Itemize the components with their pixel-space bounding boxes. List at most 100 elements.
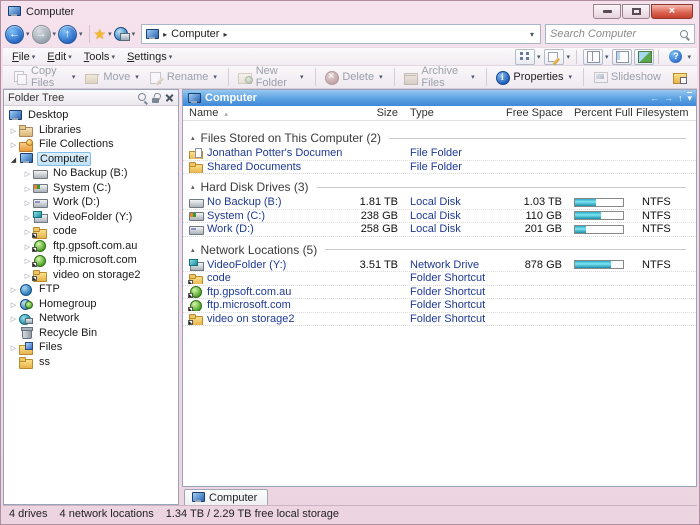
menu-label: Edit <box>47 50 67 63</box>
file-row-jonathan-potter-s-documents[interactable]: Jonathan Potter's Documents File Folder <box>183 147 696 161</box>
group-header-hard-disk-drives-3[interactable]: ▴ Hard Disk Drives (3) <box>183 178 696 196</box>
forward-button[interactable]: → <box>31 24 51 44</box>
address-dropdown-icon[interactable]: ▾ <box>527 30 537 39</box>
column-free-space[interactable]: Free Space <box>500 107 568 119</box>
tree-item-code[interactable]: code <box>4 224 178 239</box>
copy-files-button[interactable]: Copy Files ▾ <box>9 63 81 91</box>
expander-icon[interactable] <box>8 124 19 136</box>
up-button[interactable]: ↑ <box>58 24 78 44</box>
delete-button[interactable]: Delete ▾ <box>320 69 388 86</box>
panel-up-icon[interactable]: ↑ <box>678 93 683 103</box>
tree-item-files[interactable]: Files <box>4 340 178 355</box>
metadata-edit-dropdown[interactable]: ▾ <box>566 53 570 61</box>
expander-icon[interactable] <box>22 196 33 208</box>
panel-forward-icon[interactable]: → <box>664 93 673 103</box>
network-places-icon[interactable] <box>113 27 130 41</box>
search-icon[interactable] <box>679 29 690 40</box>
file-row-system-c[interactable]: System (C:) 238 GB Local Disk 110 GB NTFS <box>183 210 696 223</box>
group-header-network-locations-5[interactable]: ▴ Network Locations (5) <box>183 241 696 259</box>
properties-button[interactable]: Properties ▾ <box>491 69 578 86</box>
tree-item-homegroup[interactable]: Homegroup <box>4 297 178 312</box>
slideshow-button[interactable]: Slideshow <box>589 69 668 86</box>
help-button[interactable] <box>665 49 685 65</box>
folder-tree-toggle-button[interactable] <box>612 48 633 65</box>
expander-icon[interactable] <box>8 138 19 150</box>
dual-display-button[interactable] <box>582 48 603 65</box>
tree-item-network[interactable]: Network <box>4 311 178 326</box>
expander-icon[interactable] <box>8 153 19 165</box>
menu-settings[interactable]: Settings ▾ <box>122 50 179 64</box>
file-row-work-d[interactable]: Work (D:) 258 GB Local Disk 201 GB NTFS <box>183 223 696 237</box>
menu-edit[interactable]: Edit ▾ <box>42 50 78 64</box>
maximize-button[interactable] <box>622 4 650 19</box>
metadata-edit-button[interactable] <box>544 48 565 65</box>
rename-button[interactable]: Rename ▾ <box>145 69 223 86</box>
tree-item-no-backup-b[interactable]: No Backup (B:) <box>4 166 178 181</box>
tree-item-videofolder-y[interactable]: VideoFolder (Y:) <box>4 210 178 225</box>
archive-files-button[interactable]: Archive Files ▾ <box>399 63 480 91</box>
favorites-dropdown[interactable]: ▾ <box>108 30 112 38</box>
column-name[interactable]: Name ▴ <box>183 107 342 119</box>
file-row-ftp-microsoft-com[interactable]: ftp.microsoft.com Folder Shortcut <box>183 299 696 313</box>
toolbar-customize-button[interactable] <box>668 69 691 86</box>
column-type[interactable]: Type <box>404 107 500 119</box>
tree-item-ss[interactable]: ss <box>4 355 178 370</box>
close-button[interactable]: × <box>651 4 693 19</box>
tree-close-icon[interactable] <box>165 93 174 102</box>
breadcrumb[interactable]: Computer <box>171 28 219 40</box>
expander-icon[interactable] <box>22 211 33 223</box>
tree-lock-icon[interactable] <box>152 93 161 103</box>
move-button[interactable]: Move ▾ <box>81 68 144 86</box>
tab-computer[interactable]: Computer <box>184 489 269 505</box>
menu-file[interactable]: File ▾ <box>7 50 42 64</box>
column-percent-full[interactable]: Percent Full <box>568 107 633 119</box>
menu-tools[interactable]: Tools ▾ <box>79 50 122 64</box>
help-dropdown[interactable]: ▾ <box>687 53 691 61</box>
tree-item-recycle-bin[interactable]: Recycle Bin <box>4 326 178 341</box>
tree-item-work-d[interactable]: Work (D:) <box>4 195 178 210</box>
tree-item-libraries[interactable]: Libraries <box>4 123 178 138</box>
address-bar[interactable]: ▸ Computer ▸ ▾ <box>141 24 541 44</box>
favorites-star-icon[interactable]: ★ <box>94 27 107 41</box>
file-row-ftp-gpsoft-com-au[interactable]: ftp.gpsoft.com.au Folder Shortcut <box>183 286 696 299</box>
expander-icon[interactable] <box>8 283 19 295</box>
viewer-pane-button[interactable] <box>634 48 655 65</box>
view-mode-dropdown[interactable]: ▾ <box>537 53 541 61</box>
expander-icon[interactable] <box>8 312 19 324</box>
panel-menu-icon[interactable]: ▾ <box>687 92 692 104</box>
group-header-files-stored-on-this-computer-2[interactable]: ▴ Files Stored on This Computer (2) <box>183 129 696 147</box>
expander-icon[interactable] <box>22 182 33 194</box>
column-filesystem[interactable]: Filesystem <box>630 107 696 119</box>
new-folder-button[interactable]: New Folder ▾ <box>234 63 310 91</box>
breadcrumb-arrow-icon[interactable]: ▸ <box>223 30 227 39</box>
search-input[interactable] <box>550 28 679 40</box>
file-row-video-on-storage2[interactable]: video on storage2 Folder Shortcut <box>183 313 696 326</box>
column-size[interactable]: Size <box>342 107 404 119</box>
tree-item-computer[interactable]: Computer <box>4 151 178 167</box>
expander-icon[interactable] <box>8 298 19 310</box>
file-row-videofolder-y[interactable]: VideoFolder (Y:) 3.51 TB Network Drive 878 … <box>183 259 696 272</box>
file-row-shared-documents[interactable]: Shared Documents File Folder <box>183 161 696 174</box>
expander-icon[interactable] <box>22 167 33 179</box>
panel-back-icon[interactable]: ← <box>650 93 659 103</box>
back-dropdown[interactable]: ▾ <box>26 30 30 38</box>
tree-item-video-on-storage2[interactable]: video on storage2 <box>4 268 178 283</box>
up-dropdown[interactable]: ▾ <box>79 30 83 38</box>
dual-display-dropdown[interactable]: ▾ <box>605 53 609 61</box>
network-places-dropdown[interactable]: ▾ <box>132 30 136 38</box>
tree-item-desktop[interactable]: Desktop <box>4 108 178 123</box>
forward-dropdown[interactable]: ▾ <box>53 30 57 38</box>
breadcrumb-arrow-icon[interactable]: ▸ <box>163 30 167 39</box>
view-mode-button[interactable] <box>514 48 535 65</box>
tree-item-system-c[interactable]: System (C:) <box>4 181 178 196</box>
expander-icon[interactable] <box>8 341 19 353</box>
tree-item-ftp[interactable]: FTP <box>4 282 178 297</box>
minimize-button[interactable] <box>593 4 621 19</box>
back-button[interactable]: ← <box>5 24 24 44</box>
tree-item-file-collections[interactable]: File Collections <box>4 137 178 152</box>
tree-item-ftp-microsoft-com[interactable]: ftp.microsoft.com <box>4 253 178 268</box>
file-row-code[interactable]: code Folder Shortcut <box>183 272 696 286</box>
tree-item-ftp-gpsoft-com-au[interactable]: ftp.gpsoft.com.au <box>4 239 178 254</box>
file-row-no-backup-b[interactable]: No Backup (B:) 1.81 TB Local Disk 1.03 TB NT… <box>183 196 696 210</box>
tree-find-icon[interactable] <box>137 92 148 103</box>
